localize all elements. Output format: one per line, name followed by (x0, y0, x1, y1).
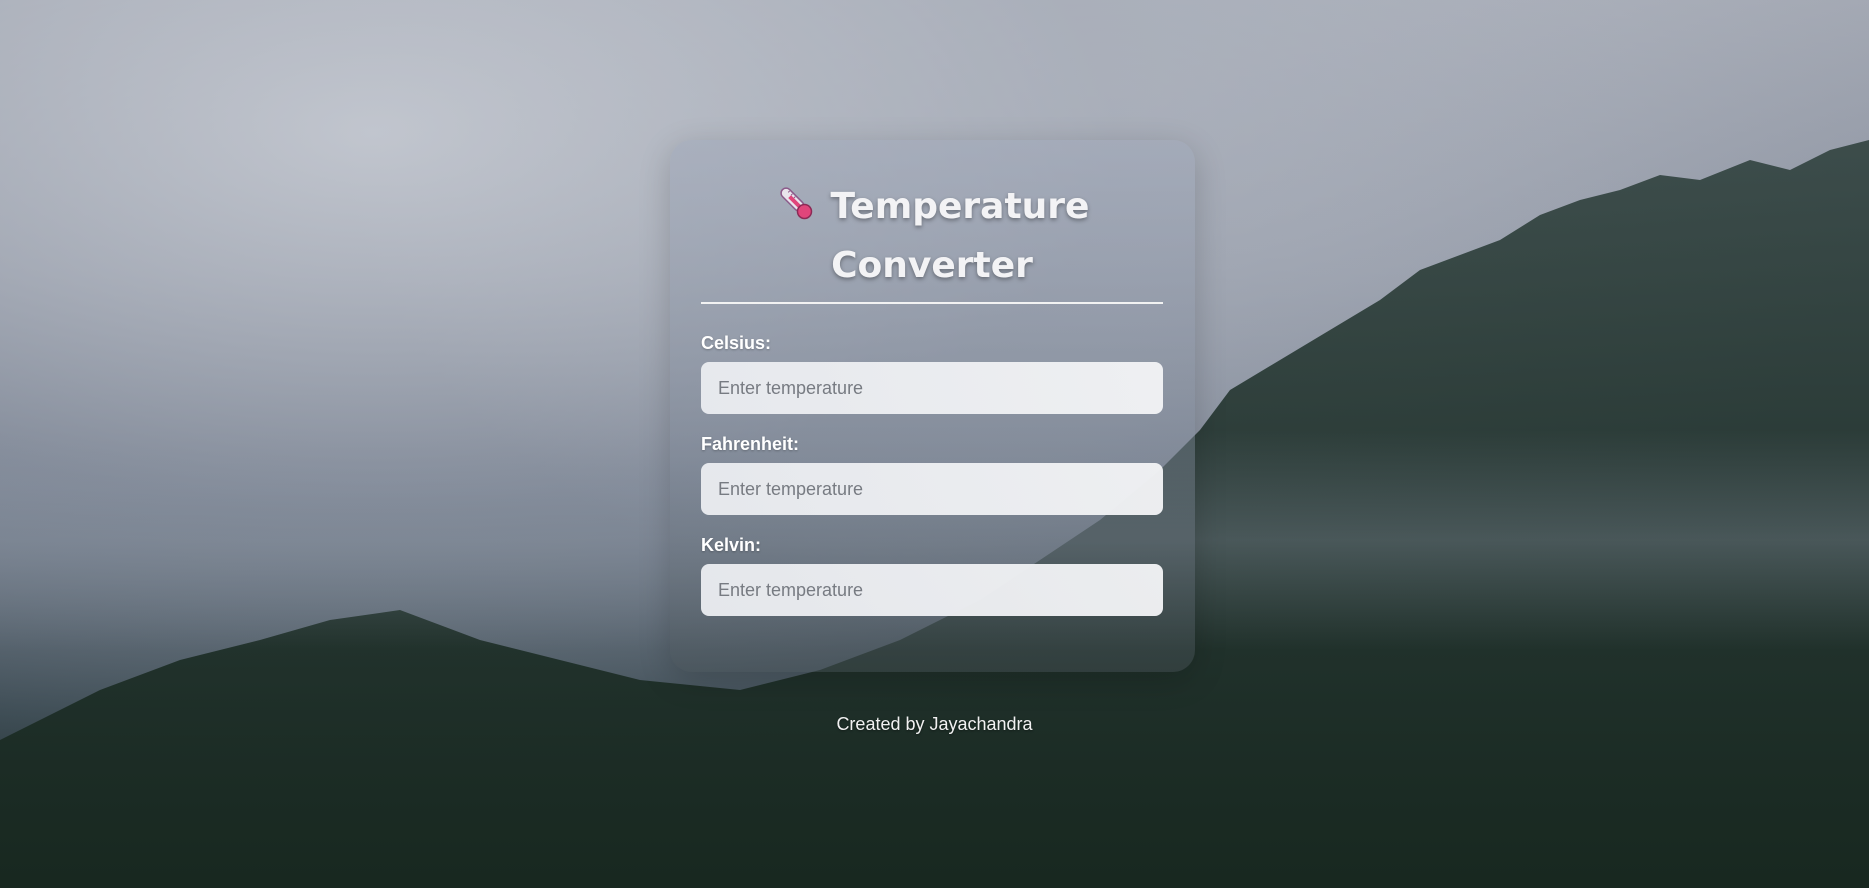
page-title: Temperature Converter (701, 180, 1163, 292)
title-text: Temperature Converter (830, 186, 1090, 286)
kelvin-input[interactable] (701, 564, 1163, 616)
celsius-label: Celsius: (701, 333, 772, 353)
kelvin-field: Kelvin: (701, 534, 1163, 616)
fahrenheit-input[interactable] (701, 463, 1163, 515)
fahrenheit-field: Fahrenheit: (701, 433, 1163, 515)
title-divider (701, 302, 1163, 304)
footer-credit: Created by Jayachandra (836, 714, 1033, 734)
celsius-field: Celsius: (701, 332, 1163, 414)
converter-card: Temperature Converter Celsius: Fahrenhei… (670, 140, 1195, 672)
celsius-input[interactable] (701, 362, 1163, 414)
kelvin-label: Kelvin: (701, 535, 762, 555)
thermometer-icon (775, 182, 817, 239)
fahrenheit-label: Fahrenheit: (701, 434, 800, 454)
